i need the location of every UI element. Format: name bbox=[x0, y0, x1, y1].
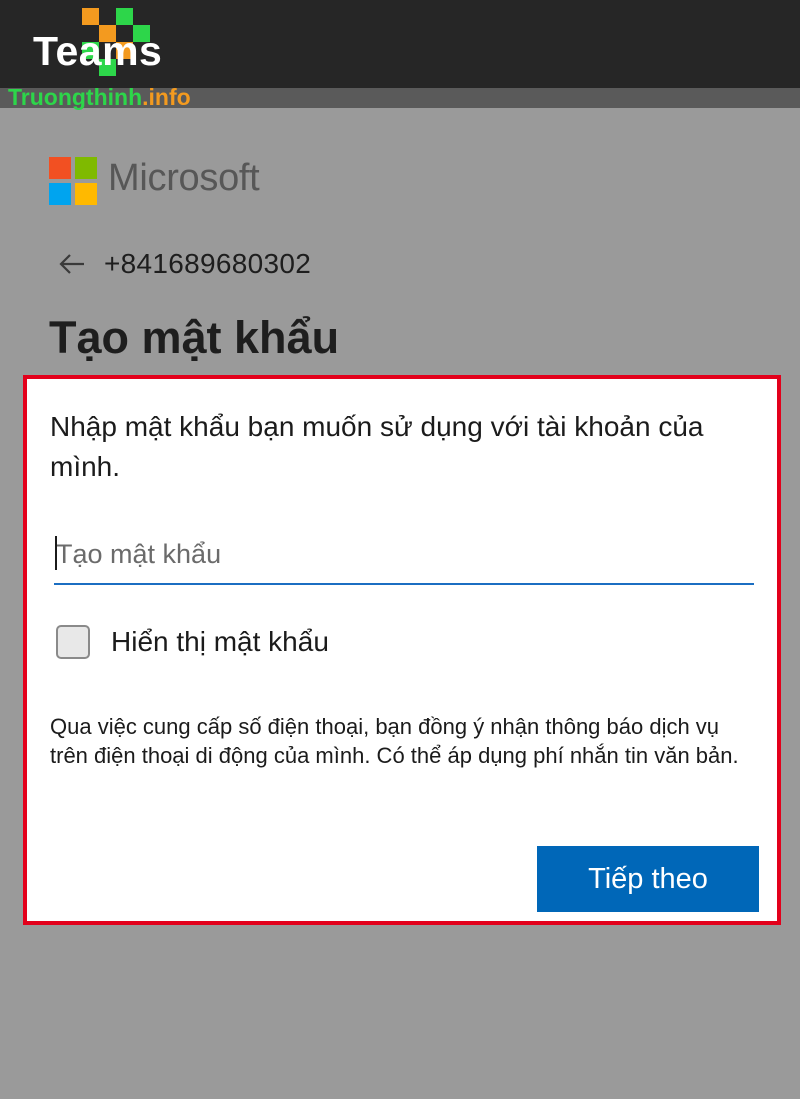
show-password-checkbox[interactable] bbox=[56, 625, 90, 659]
logo-square-red bbox=[49, 157, 71, 179]
watermark-square-icon bbox=[82, 8, 99, 25]
show-password-row[interactable]: Hiển thị mật khẩu bbox=[56, 622, 329, 662]
show-password-label[interactable]: Hiển thị mật khẩu bbox=[111, 626, 329, 658]
logo-square-green bbox=[75, 157, 97, 179]
password-input[interactable] bbox=[54, 525, 754, 585]
text-caret bbox=[55, 536, 57, 570]
account-row: +841689680302 bbox=[58, 244, 311, 284]
highlight-frame: Nhập mật khẩu bạn muốn sử dụng với tài k… bbox=[23, 375, 781, 925]
page-title: Tạo mật khẩu bbox=[49, 312, 340, 363]
watermark-site-main: Truongthinh bbox=[8, 84, 143, 110]
brand-name: Microsoft bbox=[108, 157, 260, 199]
logo-square-yellow bbox=[75, 183, 97, 205]
account-identifier: +841689680302 bbox=[104, 248, 312, 279]
sms-notice: Qua việc cung cấp số điện thoại, bạn đồn… bbox=[50, 714, 739, 768]
arrow-left-icon[interactable] bbox=[58, 252, 86, 276]
watermark-app-name: Teams bbox=[33, 28, 163, 74]
watermark-square-icon bbox=[116, 8, 133, 25]
next-button[interactable]: Tiếp theo bbox=[537, 846, 759, 912]
watermark-site: Truongthinh.info bbox=[8, 84, 191, 111]
page-description: Nhập mật khẩu bạn muốn sử dụng với tài k… bbox=[50, 411, 704, 482]
watermark-logo: Teams Truongthinh.info bbox=[0, 0, 230, 112]
logo-square-blue bbox=[49, 183, 71, 205]
watermark-site-suffix: .info bbox=[142, 84, 191, 110]
microsoft-logo-icon bbox=[49, 157, 97, 205]
